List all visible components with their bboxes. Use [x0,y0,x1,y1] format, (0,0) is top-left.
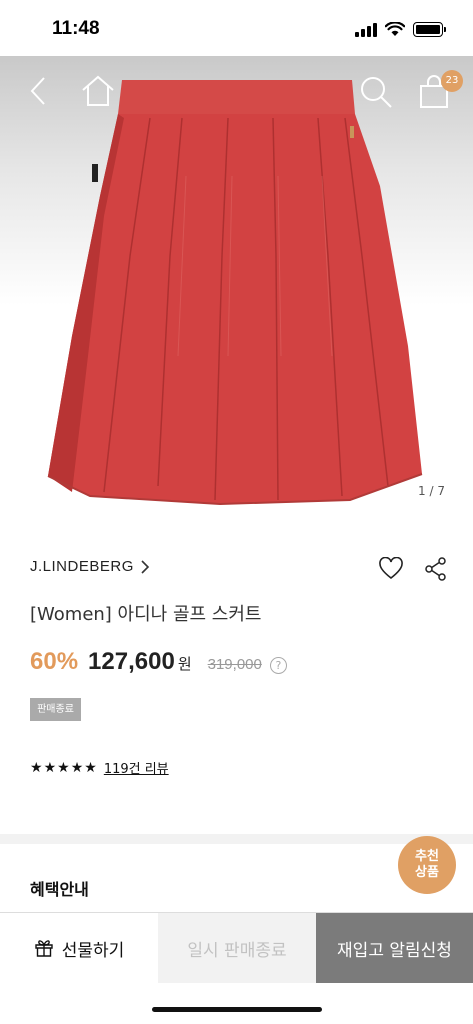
status-badge: 판매종료 [30,698,81,721]
heart-icon[interactable] [378,557,404,581]
original-price: 319,000 [207,656,262,673]
chevron-right-icon [141,559,149,574]
image-pager: 1 / 7 [418,484,445,498]
top-navigation [0,72,473,112]
status-icons [355,22,446,37]
product-image-gallery[interactable]: 1 / 7 [0,56,473,510]
gift-button-label: 선물하기 [61,940,125,961]
search-icon[interactable] [358,74,394,110]
cart-count-badge: 23 [441,70,463,92]
home-indicator [152,1007,322,1012]
product-name: [Women] 아디나 골프 스커트 [30,604,262,625]
star-icon: ★ [84,759,97,776]
wifi-icon [385,22,405,36]
cellular-signal-icon [355,22,377,37]
restock-alert-button[interactable]: 재입고 알림신청 [316,913,473,983]
star-icon: ★ [30,759,43,776]
currency-unit: 원 [177,655,192,673]
brand-link[interactable]: J.LINDEBERG [30,558,150,575]
star-icon: ★ [57,759,70,776]
section-divider [0,834,473,844]
recommend-label-line1: 추천 [415,849,439,864]
gift-button[interactable]: 선물하기 [0,913,158,983]
benefits-title: 혜택안내 [30,880,89,899]
star-icon: ★ [43,759,57,776]
bottom-action-bar: 선물하기 일시 판매종료 재입고 알림신청 [0,912,473,983]
home-icon[interactable] [80,74,116,108]
back-icon[interactable] [26,74,52,108]
status-time: 11:48 [52,18,100,39]
product-image [47,80,423,506]
sale-paused-button: 일시 판매종료 [158,913,316,983]
sale-price: 127,600 [88,648,175,675]
discount-rate: 60% [30,648,79,675]
brand-name: J.LINDEBERG [30,558,134,575]
reviews-link[interactable]: 119건 리뷰 [104,758,169,777]
status-bar: 11:48 [0,0,473,56]
battery-icon [413,22,446,37]
gift-icon [35,940,53,957]
star-icon: ★ [70,759,84,776]
help-icon[interactable]: ? [269,657,287,674]
price-row: 60% 127,600 원 319,000 ? [30,648,287,676]
recommend-button[interactable]: 추천 상품 [398,836,456,894]
share-icon[interactable] [424,557,448,581]
recommend-label-line2: 상품 [415,865,439,880]
rating-row: ★ ★ ★ ★ ★ 119건 리뷰 [30,758,169,778]
